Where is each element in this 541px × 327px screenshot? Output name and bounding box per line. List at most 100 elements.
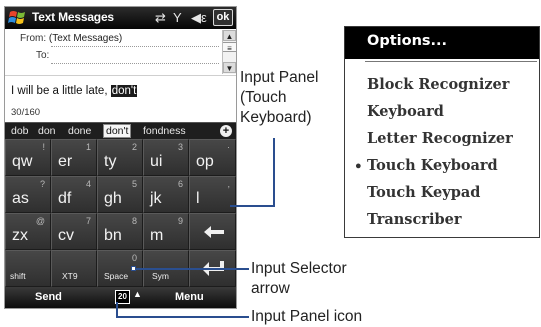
- key-label: Space: [104, 271, 129, 281]
- callout-input-panel-line2: (Touch: [240, 89, 287, 106]
- from-field[interactable]: From: (Text Messages): [20, 33, 122, 44]
- callout-input-panel: Input Panel (Touch Keyboard): [240, 68, 318, 128]
- callout-input-panel-line3: Keyboard): [240, 109, 312, 126]
- key-bn[interactable]: 8 bn: [97, 213, 143, 250]
- key-df[interactable]: 4 df: [51, 176, 97, 213]
- connectivity-icon[interactable]: ⇄: [155, 10, 166, 26]
- key-label: gh: [104, 190, 122, 207]
- backspace-key[interactable]: [189, 213, 236, 250]
- callout-selector-line1: Input Selector: [251, 260, 347, 277]
- key-gh[interactable]: 5 gh: [97, 176, 143, 213]
- key-as[interactable]: ? as: [5, 176, 51, 213]
- key-label: ty: [104, 153, 117, 170]
- scroll-down-icon[interactable]: ▼: [223, 62, 236, 73]
- option-transcriber[interactable]: Transcriber: [367, 211, 461, 228]
- key-alt: ,: [227, 179, 230, 189]
- key-label: XT9: [62, 271, 78, 281]
- key-alt: 8: [131, 216, 137, 226]
- option-letter-recognizer[interactable]: Letter Recognizer: [367, 130, 513, 147]
- option-touch-keypad[interactable]: Touch Keypad: [367, 184, 480, 201]
- suggestion-item-selected[interactable]: don't: [103, 124, 132, 138]
- suggestion-bar: dob don done don't fondness +: [5, 122, 236, 139]
- soft-key-bar: Send 20 ▲ Menu: [5, 287, 236, 308]
- message-body[interactable]: I will be a little late, don't 30/160: [5, 77, 236, 122]
- key-alt: 6: [177, 179, 183, 189]
- key-label: m: [150, 227, 164, 244]
- key-alt: 9: [177, 216, 183, 226]
- title-bar: Text Messages ⇄ Y ◀ε ok: [5, 7, 236, 29]
- key-l[interactable]: ,l: [189, 176, 236, 213]
- callout-input-panel-icon: Input Panel icon: [251, 308, 363, 325]
- key-label: zx: [12, 227, 28, 244]
- header-scrollbar[interactable]: ▲ ≡ ▼: [222, 30, 236, 74]
- key-label: Sym: [152, 271, 169, 281]
- key-label: df: [58, 190, 72, 207]
- callout-selector-line2: arrow: [251, 280, 290, 297]
- ok-button[interactable]: ok: [213, 9, 233, 26]
- touch-keyboard: ! qw 1 er 2 ty 3 ui · op ? as 4 df 5 gh 6 jk ,l @…: [5, 139, 236, 287]
- key-label: jk: [150, 190, 162, 207]
- suggestion-item[interactable]: don: [38, 125, 56, 137]
- send-softkey[interactable]: Send: [35, 291, 62, 303]
- key-qw[interactable]: ! qw: [5, 139, 51, 176]
- message-text[interactable]: I will be a little late, don't: [11, 85, 138, 97]
- windows-start-icon[interactable]: [8, 9, 27, 26]
- key-cv[interactable]: 7 cv: [51, 213, 97, 250]
- shift-key[interactable]: shift: [5, 250, 51, 287]
- key-label: er: [58, 153, 73, 170]
- to-underline: [51, 63, 219, 64]
- callout-input-panel-line1: Input Panel: [240, 69, 319, 86]
- key-alt: 2: [131, 142, 137, 152]
- key-zx[interactable]: @ zx: [5, 213, 51, 250]
- app-title: Text Messages: [32, 10, 114, 24]
- key-alt: ·: [227, 142, 230, 152]
- key-ty[interactable]: 2 ty: [97, 139, 143, 176]
- key-m[interactable]: 9m: [143, 213, 189, 250]
- key-op[interactable]: · op: [189, 139, 236, 176]
- callout-marker-selector: [131, 266, 136, 271]
- key-ui[interactable]: 3 ui: [143, 139, 189, 176]
- key-alt: 4: [85, 179, 91, 189]
- volume-icon[interactable]: ◀ε: [191, 10, 207, 26]
- key-label: shift: [10, 271, 26, 281]
- backspace-arrow-icon: [204, 226, 224, 238]
- suggestion-item[interactable]: done: [68, 125, 91, 137]
- key-label: bn: [104, 227, 122, 244]
- options-menu-divider: [365, 61, 537, 62]
- key-jk[interactable]: 6 jk: [143, 176, 189, 213]
- key-alt: 1: [85, 142, 91, 152]
- options-menu-header: Options...: [345, 27, 539, 59]
- callout-line-icon-horizontal: [116, 316, 249, 318]
- key-label: l: [196, 190, 200, 207]
- options-menu-title[interactable]: Options...: [367, 33, 447, 49]
- callout-line-selector: [135, 268, 249, 270]
- key-alt: @: [35, 216, 45, 226]
- callout-line-input-panel-horizontal: [230, 205, 275, 207]
- add-word-icon[interactable]: +: [220, 125, 232, 137]
- message-selected-word: don't: [110, 85, 138, 97]
- key-alt: 0: [131, 253, 137, 263]
- to-label: To:: [36, 50, 50, 61]
- from-underline: [51, 46, 219, 47]
- option-touch-keyboard[interactable]: Touch Keyboard: [367, 157, 498, 174]
- input-selector-arrow-icon[interactable]: ▲: [133, 289, 142, 299]
- to-field[interactable]: To:: [36, 50, 49, 61]
- suggestion-item[interactable]: fondness: [143, 125, 186, 137]
- message-typed-text: I will be a little late,: [11, 85, 111, 97]
- scroll-up-icon[interactable]: ▲: [223, 30, 236, 41]
- key-er[interactable]: 1 er: [51, 139, 97, 176]
- key-label: op: [196, 153, 214, 170]
- signal-icon[interactable]: Y: [173, 10, 182, 26]
- scroll-thumb[interactable]: ≡: [223, 42, 236, 53]
- menu-softkey[interactable]: Menu: [175, 291, 204, 303]
- suggestion-item[interactable]: dob: [11, 125, 29, 137]
- xt9-key[interactable]: XT9: [51, 250, 97, 287]
- key-label: cv: [58, 227, 74, 244]
- option-keyboard[interactable]: Keyboard: [367, 103, 444, 120]
- callout-input-selector: Input Selector arrow: [251, 259, 347, 299]
- selected-bullet-icon: ●: [355, 160, 362, 172]
- character-count: 30/160: [11, 107, 41, 118]
- option-block-recognizer[interactable]: Block Recognizer: [367, 76, 509, 93]
- options-menu: Options... Block Recognizer Keyboard Let…: [344, 26, 540, 238]
- from-value: (Text Messages): [48, 33, 123, 44]
